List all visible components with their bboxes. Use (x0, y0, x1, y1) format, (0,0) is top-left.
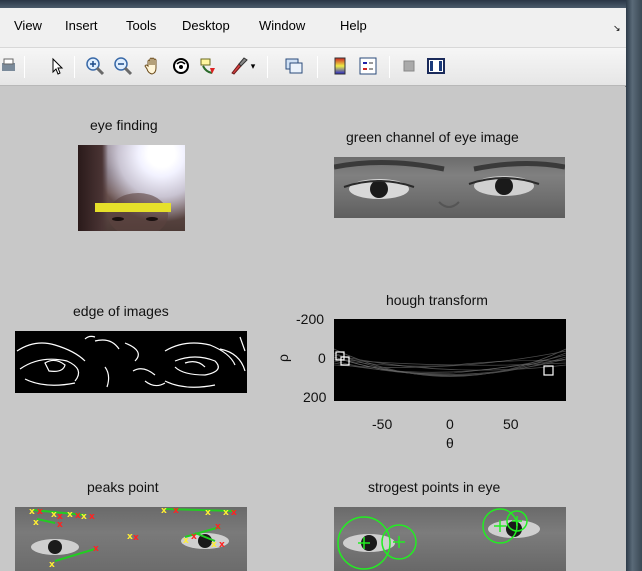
hough-xlabel: θ (446, 435, 454, 451)
pointer-arrow-icon[interactable] (47, 56, 67, 76)
toolbar-separator (24, 56, 25, 78)
subplot-title-strongest: strogest points in eye (368, 479, 501, 495)
insert-legend-icon[interactable] (358, 56, 378, 76)
zoom-out-icon[interactable] (113, 56, 133, 76)
green-eyes (334, 159, 565, 208)
print-icon[interactable] (2, 56, 16, 76)
svg-text:x: x (205, 508, 211, 518)
hide-plot-tools-icon[interactable] (399, 56, 419, 76)
hough-curves (333, 348, 567, 377)
menu-window[interactable]: Window (259, 18, 305, 33)
edge-image (15, 331, 247, 393)
menu-insert[interactable]: Insert (65, 18, 98, 33)
hough-xtick: -50 (372, 416, 393, 432)
svg-text:x: x (89, 512, 95, 522)
zoom-in-icon[interactable] (85, 56, 105, 76)
svg-text:x: x (173, 507, 179, 516)
toolbar-separator (267, 56, 268, 78)
brush-dropdown-icon[interactable]: ▾ (248, 56, 258, 76)
edge-lines (16, 335, 246, 388)
face-features (108, 193, 168, 231)
svg-text:x: x (231, 508, 237, 518)
svg-text:x: x (133, 533, 139, 543)
insert-colorbar-icon[interactable] (330, 56, 350, 76)
hough-ylabel: ρ (274, 354, 291, 362)
subplot-title-peaks: peaks point (87, 479, 159, 495)
svg-text:x: x (37, 507, 43, 517)
figure-canvas: eye finding green channel of eye image e… (0, 87, 626, 571)
menu-bar: View Insert Tools Desktop Window Help ↘ (0, 8, 626, 48)
menu-overflow-icon[interactable]: ↘ (613, 23, 621, 34)
svg-text:x: x (29, 507, 35, 517)
subplot-title-hough: hough transform (386, 292, 488, 308)
peaks-image: xxxx xxxx xxxx xxxx xxxx xxxx (15, 507, 247, 571)
svg-text:x: x (223, 508, 229, 518)
subplot-title-green-channel: green channel of eye image (346, 129, 519, 145)
svg-text:x: x (215, 522, 221, 532)
svg-text:x: x (81, 512, 87, 522)
figure-toolbar: ▾ (0, 48, 626, 86)
svg-text:x: x (49, 560, 55, 570)
hough-xtick: 50 (503, 416, 519, 432)
eye-region-box (95, 203, 171, 212)
svg-text:x: x (219, 540, 225, 550)
svg-text:x: x (191, 532, 197, 542)
hough-ytick: -200 (296, 311, 325, 327)
strongest-overlay (337, 508, 540, 570)
menu-help[interactable]: Help (340, 18, 367, 33)
rotate-3d-icon[interactable] (171, 56, 191, 76)
pan-hand-icon[interactable] (143, 56, 163, 76)
brush-icon[interactable] (229, 56, 249, 76)
eye-finding-image (78, 145, 185, 231)
svg-text:x: x (57, 520, 63, 530)
svg-text:x: x (183, 536, 189, 546)
data-cursor-icon[interactable] (198, 56, 218, 76)
hough-plot-area (333, 319, 567, 401)
subplot-title-edge: edge of images (73, 303, 169, 319)
link-plot-icon[interactable] (284, 56, 304, 76)
show-plot-tools-icon[interactable] (426, 56, 446, 76)
toolbar-separator (389, 56, 390, 78)
svg-text:x: x (75, 511, 81, 521)
svg-text:x: x (33, 518, 39, 528)
menu-view[interactable]: View (14, 18, 42, 33)
toolbar-separator (74, 56, 75, 78)
svg-text:x: x (211, 540, 217, 550)
green-channel-image (334, 157, 565, 218)
svg-text:x: x (67, 510, 73, 520)
toolbar-separator (317, 56, 318, 78)
menu-tools[interactable]: Tools (126, 18, 156, 33)
svg-text:x: x (161, 507, 167, 516)
peaks-overlay: xxxx xxx x x x xx xxxx xx xx x xxx (29, 507, 237, 570)
hough-xtick: 0 (446, 416, 454, 432)
svg-text:x: x (93, 544, 99, 554)
strongest-points-image (334, 507, 566, 571)
window-frame-top (0, 0, 626, 8)
hough-ytick: 200 (303, 389, 327, 405)
subplot-title-eye-finding: eye finding (90, 117, 158, 133)
figure-window: View Insert Tools Desktop Window Help ↘ (0, 0, 626, 571)
menu-desktop[interactable]: Desktop (182, 18, 230, 33)
hough-ytick: 0 (318, 350, 326, 366)
window-frame-right (626, 0, 642, 571)
